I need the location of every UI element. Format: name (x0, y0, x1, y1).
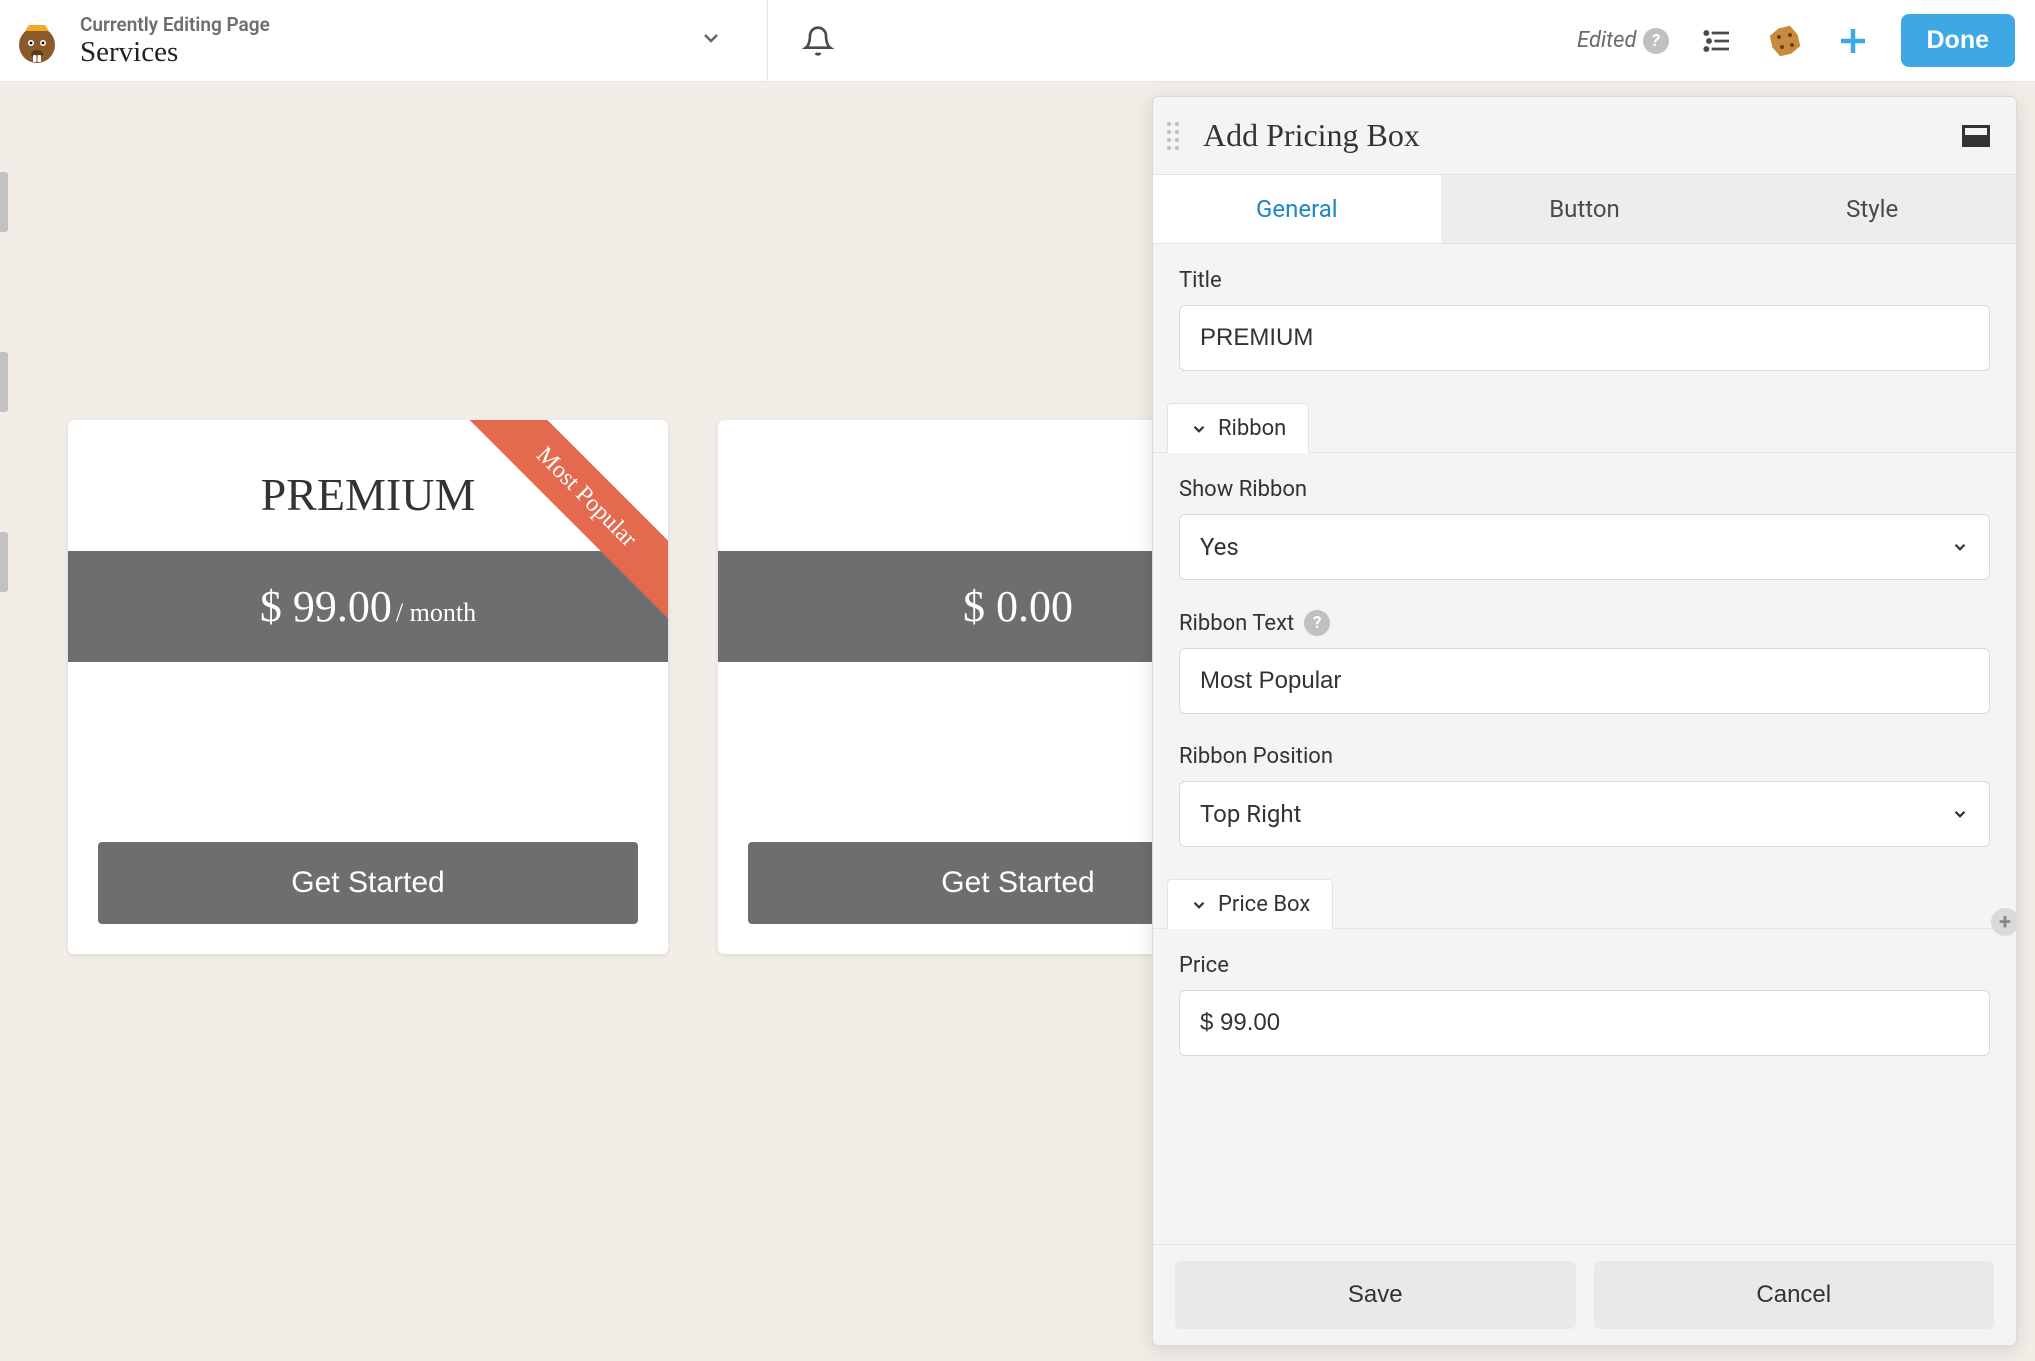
add-content-button[interactable] (1833, 21, 1873, 61)
ribbon-position-label: Ribbon Position (1179, 744, 1990, 769)
edited-indicator: Edited ? (1577, 28, 1668, 54)
left-edge-handles (0, 82, 8, 592)
ribbon-text-help-icon[interactable]: ? (1304, 610, 1330, 636)
page-title: Services (80, 36, 671, 69)
panel-title: Add Pricing Box (1203, 117, 1944, 154)
tab-general[interactable]: General (1153, 175, 1441, 243)
done-button[interactable]: Done (1901, 14, 2016, 67)
page-dropdown-toggle[interactable] (685, 26, 737, 56)
show-ribbon-label: Show Ribbon (1179, 477, 1990, 502)
edge-handle[interactable] (0, 352, 8, 412)
app-logo (8, 12, 66, 70)
pricebox-section-toggle[interactable]: Price Box (1167, 879, 1333, 929)
ribbon-text-label: Ribbon Text (1179, 611, 1294, 636)
edited-label: Edited (1577, 28, 1636, 53)
ribbon-position-value: Top Right (1200, 800, 1301, 828)
card-title: PREMIUM (261, 420, 476, 551)
ribbon-section-toggle[interactable]: Ribbon (1167, 403, 1309, 453)
show-ribbon-select[interactable]: Yes (1179, 514, 1990, 580)
notifications-icon[interactable] (798, 21, 838, 61)
chevron-down-icon (1951, 538, 1969, 556)
title-field-label: Title (1179, 268, 1990, 293)
cancel-button[interactable]: Cancel (1594, 1261, 1995, 1329)
ribbon-position-select[interactable]: Top Right (1179, 781, 1990, 847)
title-input[interactable] (1179, 305, 1990, 371)
tab-button[interactable]: Button (1441, 175, 1729, 243)
price-field-label: Price (1179, 953, 1990, 978)
cookie-icon[interactable] (1765, 21, 1805, 61)
ribbon: Most Popular (448, 420, 668, 640)
top-toolbar: Currently Editing Page Services Edited ?… (0, 0, 2035, 82)
add-field-knob[interactable]: + (1991, 908, 2016, 936)
pricing-card-premium[interactable]: Most Popular PREMIUM $ 99.00 / month Get… (68, 420, 668, 954)
tab-style[interactable]: Style (1728, 175, 2016, 243)
price-amount: $ 0.00 (963, 582, 1073, 631)
get-started-button[interactable]: Get Started (98, 842, 638, 924)
editor-canvas: Most Popular PREMIUM $ 99.00 / month Get… (0, 82, 2035, 1361)
outline-icon[interactable] (1697, 21, 1737, 61)
pricebox-section-label: Price Box (1218, 892, 1310, 917)
save-button[interactable]: Save (1175, 1261, 1576, 1329)
ribbon-section-label: Ribbon (1218, 416, 1286, 441)
editing-page-label: Currently Editing Page (80, 13, 671, 36)
ribbon-text: Most Popular (453, 420, 668, 630)
edge-handle[interactable] (0, 172, 8, 232)
edge-handle[interactable] (0, 532, 8, 592)
panel-tabs: General Button Style (1153, 174, 2016, 244)
price-amount: $ 99.00 (260, 582, 392, 631)
chevron-down-icon (1951, 805, 1969, 823)
popout-icon[interactable] (1962, 125, 1990, 147)
settings-panel: Add Pricing Box General Button Style Tit… (1152, 96, 2017, 1346)
drag-handle-icon[interactable] (1167, 122, 1185, 150)
edited-help-icon[interactable]: ? (1643, 28, 1669, 54)
show-ribbon-value: Yes (1200, 533, 1239, 561)
price-input[interactable] (1179, 990, 1990, 1056)
ribbon-text-input[interactable] (1179, 648, 1990, 714)
